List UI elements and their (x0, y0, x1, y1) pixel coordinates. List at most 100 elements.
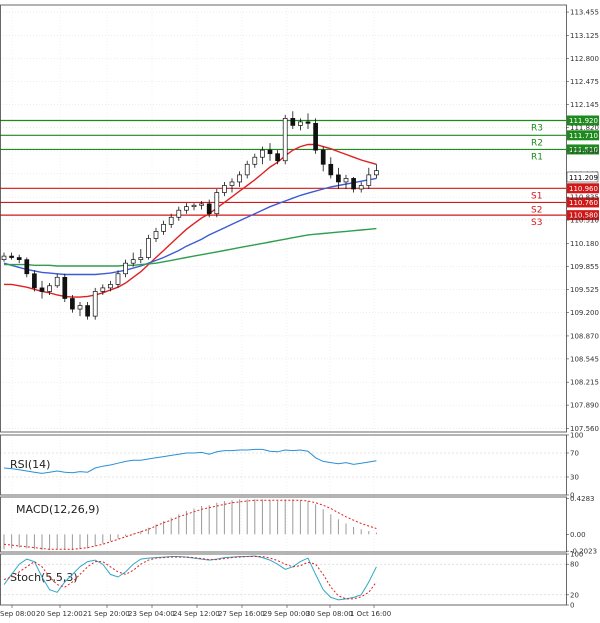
candle-body-down (305, 121, 311, 124)
candle-body-up (252, 156, 258, 165)
candle-body-up (237, 174, 242, 183)
candle-body-up (214, 192, 220, 215)
candle-body-up (191, 204, 197, 208)
candle (184, 203, 189, 214)
candle (305, 113, 311, 129)
candle (146, 234, 151, 260)
candle (138, 249, 144, 264)
candle (16, 254, 22, 264)
price-tick-label: 107.890 (570, 402, 599, 410)
candle-body-up (199, 203, 204, 206)
candle-body-down (290, 118, 296, 126)
time-tick-label: 20 Sep 12:00 (36, 610, 83, 618)
indicator-tick-label: 30 (570, 474, 579, 482)
candle (275, 150, 280, 165)
candle (123, 259, 128, 278)
indicator-tick-label: 100 (570, 551, 583, 559)
candle-body-up (146, 238, 151, 258)
candle-body-down (9, 255, 14, 258)
chart-stage: R3 111.920 R2 111.710 R1 111.510 S1 110.960 S2 11… (0, 0, 600, 623)
candle-body-up (54, 276, 60, 287)
candle (313, 118, 318, 154)
candle-body-down (267, 149, 273, 155)
candle (320, 146, 326, 172)
candle-body-up (115, 273, 121, 285)
support-resistance-levels: R3111.920R2111.710R1111.510S1110.960S211… (0, 115, 599, 228)
candle (39, 280, 45, 299)
candle (267, 143, 273, 161)
current-price: 111.209 (569, 174, 598, 182)
candle-body-up (161, 223, 166, 232)
candle (366, 167, 372, 190)
candle (351, 177, 356, 193)
level-label-r2: R2 (531, 138, 543, 148)
price-tick-label: 112.145 (570, 101, 599, 109)
price-tick-label: 113.455 (570, 9, 599, 17)
indicator-tick-label: 0.4283 (570, 495, 595, 503)
price-tick-label: 110.180 (570, 240, 599, 248)
price-tick-label: 109.855 (570, 263, 599, 271)
candle-body-down (275, 153, 280, 162)
candle (92, 287, 98, 320)
price-axis: 113.455 113.125 112.800 112.475 112.145 111.8… (566, 9, 599, 433)
candle (115, 270, 121, 288)
candle (328, 157, 334, 179)
candle-body-up (343, 178, 349, 183)
candle-body-up (123, 262, 128, 275)
time-tick-label: 23 Sep 04:00 (128, 610, 175, 618)
time-tick-label: 29 Sep 00:00 (263, 610, 310, 618)
macd-pane: MACD(12,26,9) 0.42830.00-0.2023 (3, 495, 597, 556)
candle-body-down (313, 122, 318, 151)
price-tick-label: 108.215 (570, 379, 599, 387)
candle-body-up (298, 121, 303, 126)
candle (222, 181, 227, 197)
candle-body-up (374, 170, 379, 176)
candle-body-down (39, 287, 45, 292)
candle (290, 111, 296, 129)
candle-body-up (366, 174, 372, 186)
candle-body-up (153, 231, 159, 239)
candle (85, 302, 90, 320)
candle (153, 227, 159, 242)
pane-frame (0, 553, 567, 606)
candle-body-down (32, 273, 37, 289)
candle-body-up (100, 287, 106, 292)
candle (229, 178, 235, 193)
candle (191, 203, 197, 211)
candle (214, 189, 220, 218)
candle (244, 160, 250, 179)
candle-body-down (16, 257, 22, 260)
candle-body-down (70, 298, 75, 310)
candle (168, 213, 174, 228)
rsi-pane: RSI(14) 10070300 (0, 432, 583, 500)
indicator-tick-label: 0.00 (570, 531, 586, 539)
candle-body-up (229, 181, 235, 186)
level-price-r2: 111.710 (569, 132, 598, 140)
candle (343, 174, 349, 190)
indicator-tick-label: 100 (570, 432, 583, 440)
time-tick-label: 21 Sep 20:00 (83, 610, 130, 618)
candle-body-down (336, 174, 341, 183)
time-tick-label: Sep 08:00 (0, 610, 36, 618)
price-tick-label: 109.200 (570, 309, 599, 317)
level-label-r1: R1 (531, 152, 543, 162)
candle-body-up (222, 185, 227, 193)
price-tick-label: 109.525 (570, 286, 599, 294)
candle (24, 257, 30, 278)
candle (62, 273, 68, 303)
stoch-pane: Stoch(5,5,3) 100 80 20 0 (0, 551, 583, 610)
level-label-r3: R3 (531, 123, 543, 133)
time-tick-label: 24 Sep 12:00 (173, 610, 220, 618)
level-label-s2: S2 (531, 205, 542, 215)
current-price-tag: 111.209 (566, 171, 599, 183)
candle-body-down (206, 203, 212, 215)
macd-label: MACD(12,26,9) (16, 503, 100, 516)
candle (358, 181, 364, 193)
time-axis: Sep 08:00 20 Sep 12:00 21 Sep 20:0023 Sep … (0, 605, 391, 618)
level-price-s1: 110.960 (569, 185, 598, 193)
candle (282, 114, 288, 165)
candle-body-up (260, 149, 265, 158)
candle (176, 206, 182, 221)
candle-body-up (77, 305, 83, 310)
candle-body-down (85, 305, 90, 317)
